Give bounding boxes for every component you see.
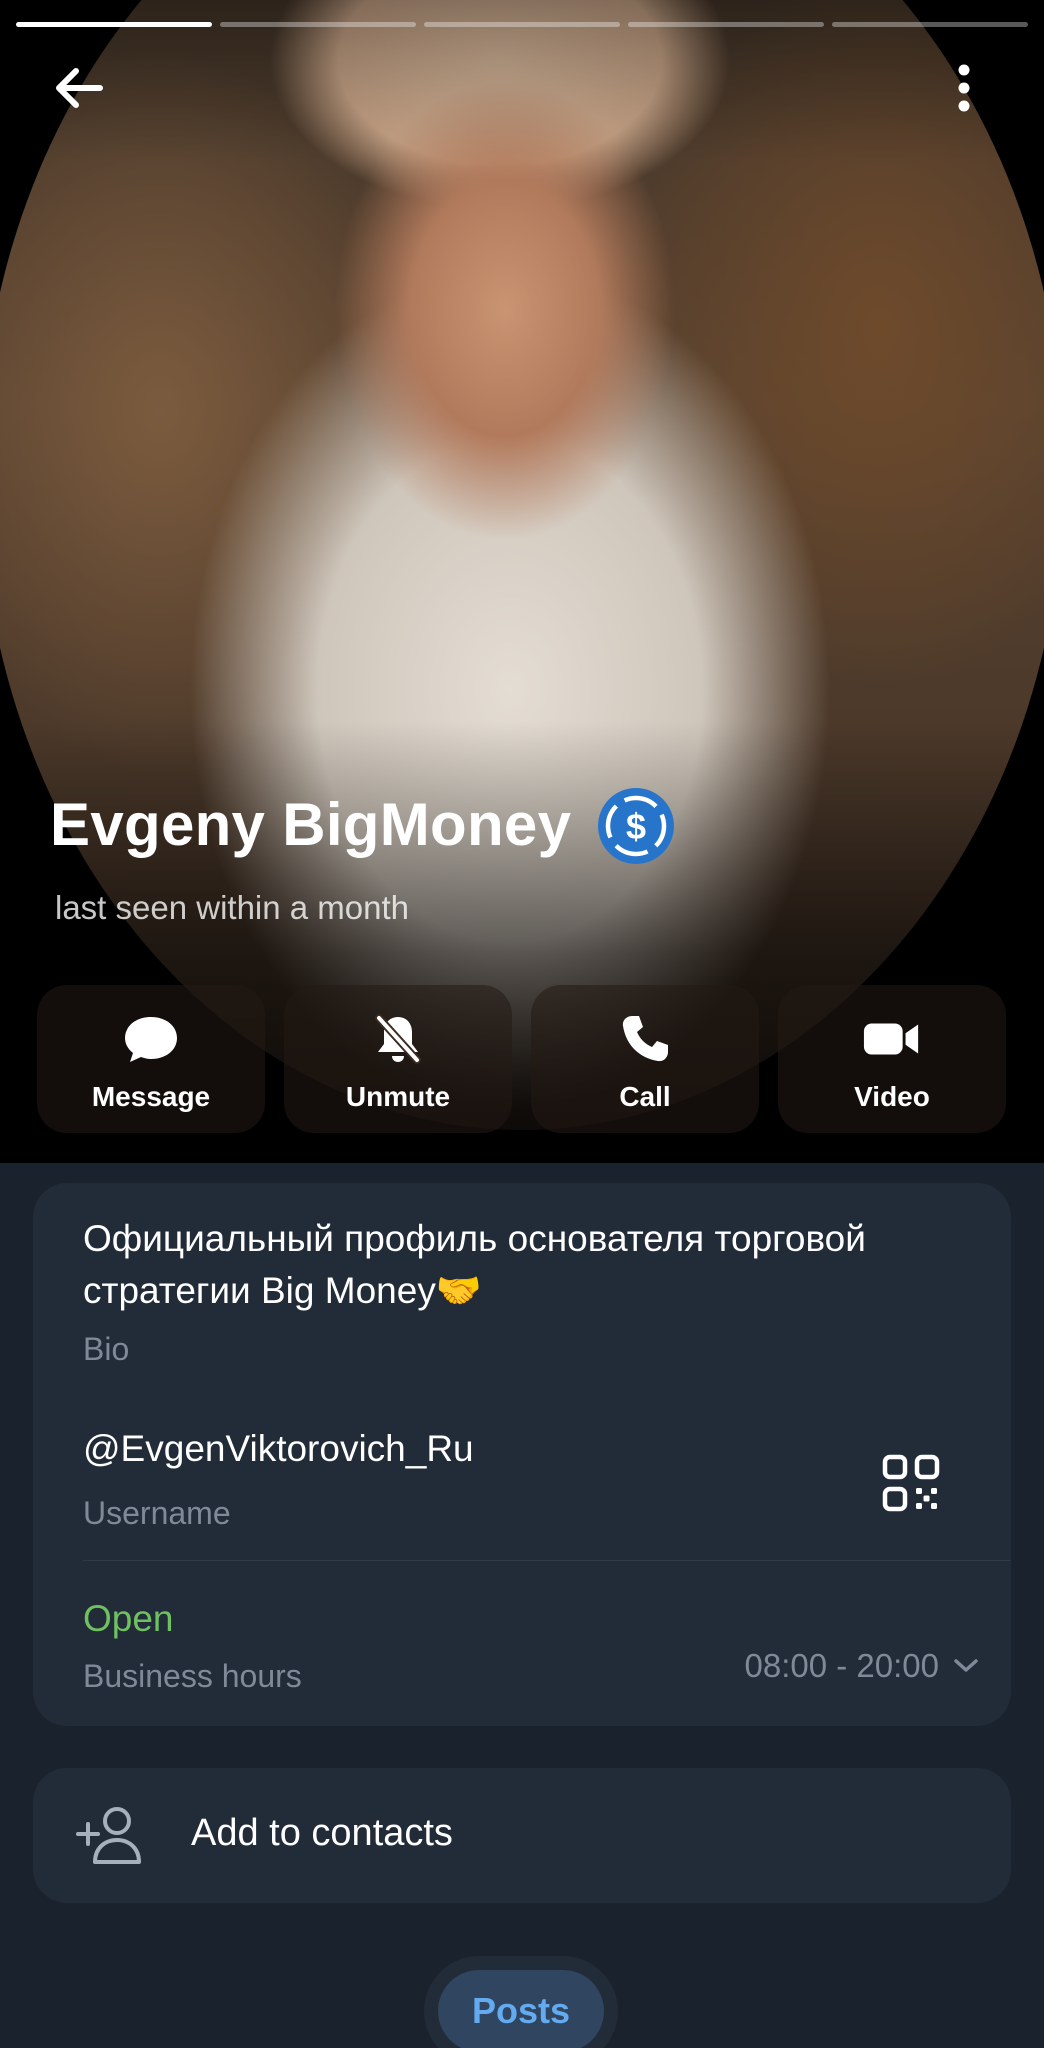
add-user-icon bbox=[76, 1807, 141, 1864]
add-to-contacts-button[interactable]: Add to contacts bbox=[33, 1768, 1011, 1903]
business-open-status[interactable]: Open bbox=[83, 1598, 174, 1640]
svg-text:$: $ bbox=[626, 806, 646, 847]
call-button[interactable]: Call bbox=[531, 985, 759, 1133]
video-label: Video bbox=[854, 1081, 930, 1112]
back-button[interactable] bbox=[48, 60, 112, 116]
photo-progress-segment bbox=[220, 22, 416, 27]
profile-screen: Evgeny BigMoney $ last seen within a mon… bbox=[0, 0, 1044, 2048]
handshake-emoji: 🤝 bbox=[435, 1270, 482, 1311]
message-button[interactable]: Message bbox=[37, 985, 265, 1133]
tab-posts[interactable]: Posts bbox=[438, 1970, 604, 2048]
bio-label: Bio bbox=[83, 1331, 130, 1367]
emoji-status-badge[interactable]: $ bbox=[596, 786, 676, 866]
qr-code-button[interactable] bbox=[882, 1454, 940, 1512]
profile-info-card: Официальный профиль основателя торговой … bbox=[33, 1183, 1011, 1726]
bio-text[interactable]: Официальный профиль основателя торговой … bbox=[83, 1213, 943, 1317]
business-hours-value: 08:00 - 20:00 bbox=[744, 1647, 940, 1684]
video-camera-icon bbox=[863, 1023, 919, 1055]
dollar-coin-icon: $ bbox=[598, 788, 674, 864]
photo-progress-segment bbox=[628, 22, 824, 27]
profile-actions: Message Unmute Call Video bbox=[0, 985, 1044, 1133]
message-label: Message bbox=[91, 1081, 211, 1112]
photo-progress-segment bbox=[16, 22, 212, 27]
divider bbox=[83, 1560, 1011, 1561]
unmute-label: Unmute bbox=[345, 1081, 451, 1112]
unmute-button[interactable]: Unmute bbox=[284, 985, 512, 1133]
message-bubble-icon bbox=[125, 1017, 177, 1062]
add-to-contacts-label: Add to contacts bbox=[191, 1812, 453, 1854]
more-vertical-icon bbox=[958, 64, 970, 112]
username-label: Username bbox=[83, 1495, 231, 1531]
last-seen-status: last seen within a month bbox=[55, 889, 410, 926]
bell-off-icon bbox=[375, 1014, 421, 1064]
phone-icon bbox=[622, 1016, 668, 1062]
business-hours-toggle[interactable]: 08:00 - 20:00 bbox=[745, 1647, 980, 1685]
profile-header: Evgeny BigMoney $ last seen within a mon… bbox=[0, 0, 1044, 1163]
media-tabs: Posts bbox=[424, 1956, 618, 2048]
call-label: Call bbox=[619, 1081, 671, 1112]
username-value[interactable]: @EvgenViktorovich_Ru bbox=[83, 1428, 474, 1470]
business-hours-label: Business hours bbox=[83, 1658, 302, 1694]
photo-progress-segment bbox=[832, 22, 1028, 27]
back-arrow-icon bbox=[56, 68, 103, 108]
photo-progress-segment bbox=[424, 22, 620, 27]
qr-code-icon bbox=[882, 1454, 940, 1512]
more-options-button[interactable] bbox=[940, 60, 988, 116]
chevron-down-icon bbox=[954, 1659, 978, 1672]
video-button[interactable]: Video bbox=[778, 985, 1006, 1133]
photo-progress-bars bbox=[16, 22, 1028, 27]
profile-name: Evgeny BigMoney bbox=[50, 791, 572, 858]
